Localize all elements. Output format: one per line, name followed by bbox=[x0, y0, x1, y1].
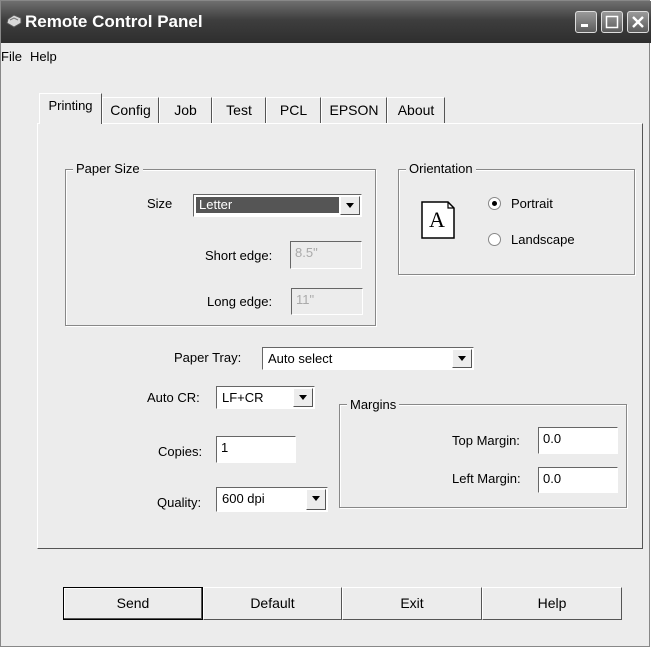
portrait-label[interactable]: Portrait bbox=[511, 196, 553, 211]
paper-tray-select[interactable]: Auto select bbox=[262, 347, 474, 370]
chevron-down-icon bbox=[346, 203, 354, 208]
app-window: Remote Control Panel File Help Printing … bbox=[0, 0, 651, 647]
top-margin-field[interactable]: 0.0 bbox=[538, 427, 618, 454]
short-edge-field[interactable]: 8.5" bbox=[290, 241, 362, 269]
paper-tray-value: Auto select bbox=[268, 351, 333, 366]
chevron-down-icon bbox=[458, 356, 466, 361]
printer-app-icon bbox=[5, 13, 23, 29]
landscape-label[interactable]: Landscape bbox=[511, 232, 575, 247]
copies-field[interactable]: 1 bbox=[216, 436, 296, 463]
paper-size-legend: Paper Size bbox=[73, 161, 143, 176]
tab-config[interactable]: Config bbox=[102, 97, 159, 123]
title-bar[interactable]: Remote Control Panel bbox=[1, 1, 651, 43]
tab-about[interactable]: About bbox=[387, 97, 445, 123]
auto-cr-value: LF+CR bbox=[222, 390, 264, 405]
top-margin-label: Top Margin: bbox=[452, 433, 520, 448]
default-button[interactable]: Default bbox=[203, 587, 342, 620]
copies-label: Copies: bbox=[158, 444, 203, 459]
margins-legend: Margins bbox=[347, 397, 400, 412]
tab-test[interactable]: Test bbox=[212, 97, 266, 123]
radio-selected-dot bbox=[492, 201, 497, 206]
help-button[interactable]: Help bbox=[482, 587, 622, 620]
quality-dropdown-button[interactable] bbox=[306, 489, 326, 510]
paper-tray-dropdown-button[interactable] bbox=[452, 349, 472, 368]
size-value: Letter bbox=[196, 197, 339, 213]
chevron-down-icon bbox=[299, 395, 307, 400]
menu-bar: File Help bbox=[1, 45, 651, 69]
quality-label: Quality: bbox=[157, 495, 202, 510]
size-dropdown-button[interactable] bbox=[340, 196, 360, 215]
size-label: Size bbox=[147, 196, 173, 211]
maximize-button[interactable] bbox=[601, 11, 623, 33]
quality-select[interactable]: 600 dpi bbox=[216, 487, 328, 512]
size-select[interactable]: Letter bbox=[193, 194, 362, 217]
long-edge-label: Long edge: bbox=[207, 294, 273, 309]
paper-tray-label: Paper Tray: bbox=[174, 350, 242, 365]
tab-pcl[interactable]: PCL bbox=[266, 97, 321, 123]
auto-cr-select[interactable]: LF+CR bbox=[216, 386, 315, 409]
short-edge-label: Short edge: bbox=[205, 248, 273, 263]
exit-button[interactable]: Exit bbox=[342, 587, 482, 620]
left-margin-label: Left Margin: bbox=[452, 471, 521, 486]
auto-cr-dropdown-button[interactable] bbox=[293, 388, 313, 407]
tab-job[interactable]: Job bbox=[159, 97, 212, 123]
auto-cr-label: Auto CR: bbox=[147, 390, 200, 405]
minimize-button[interactable] bbox=[575, 11, 597, 33]
menu-help[interactable]: Help bbox=[30, 49, 57, 64]
quality-value: 600 dpi bbox=[222, 491, 265, 506]
orientation-legend: Orientation bbox=[406, 161, 476, 176]
landscape-radio[interactable] bbox=[488, 233, 501, 246]
maximize-icon bbox=[605, 15, 619, 29]
tab-printing[interactable]: Printing bbox=[39, 93, 102, 124]
minimize-icon bbox=[581, 24, 588, 27]
menu-file[interactable]: File bbox=[1, 49, 22, 64]
chevron-down-icon bbox=[312, 496, 320, 501]
left-margin-field[interactable]: 0.0 bbox=[538, 467, 618, 493]
orientation-icon-letter: A bbox=[429, 207, 445, 232]
long-edge-field[interactable]: 11" bbox=[291, 288, 363, 315]
close-button[interactable] bbox=[627, 11, 649, 33]
portrait-radio[interactable] bbox=[488, 197, 501, 210]
send-button[interactable]: Send bbox=[63, 587, 203, 620]
close-icon bbox=[632, 16, 644, 28]
tab-epson[interactable]: EPSON bbox=[321, 97, 387, 123]
window-title: Remote Control Panel bbox=[25, 12, 203, 31]
